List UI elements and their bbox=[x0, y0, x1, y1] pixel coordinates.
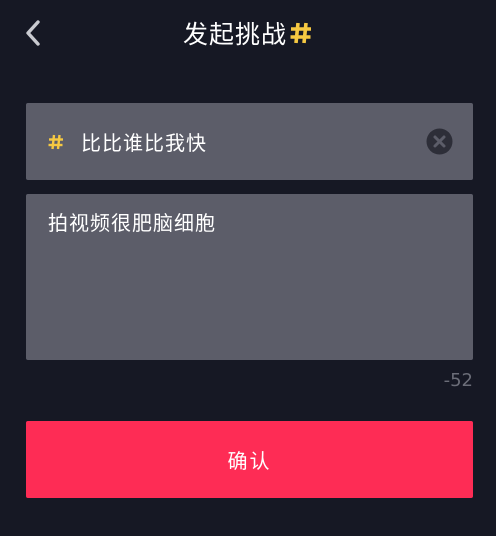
challenge-tag-input[interactable]: 比比谁比我快 bbox=[26, 103, 473, 180]
character-counter: -52 bbox=[443, 370, 473, 391]
challenge-tag-value: 比比谁比我快 bbox=[81, 131, 207, 155]
confirm-button-label: 确认 bbox=[227, 449, 272, 473]
hashtag-icon bbox=[289, 21, 313, 45]
clear-button[interactable] bbox=[425, 128, 453, 156]
challenge-screen: 发起挑战 比比谁比我快 拍视频很肥脑细胞 -52 确认 bbox=[0, 0, 496, 536]
page-title: 发起挑战 bbox=[0, 14, 496, 52]
description-input[interactable]: 拍视频很肥脑细胞 bbox=[26, 194, 473, 360]
confirm-button[interactable]: 确认 bbox=[26, 421, 473, 498]
clear-circle-icon bbox=[426, 128, 452, 155]
hashtag-icon bbox=[47, 133, 65, 151]
description-value: 拍视频很肥脑细胞 bbox=[48, 211, 216, 235]
page-title-text: 发起挑战 bbox=[182, 20, 287, 49]
